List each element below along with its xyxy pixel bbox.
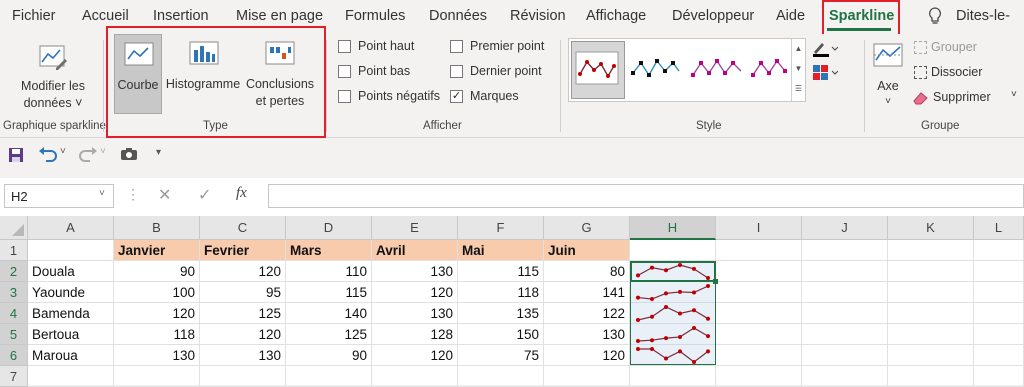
sparkline-douala xyxy=(637,264,709,279)
sparkline-marker xyxy=(636,295,640,300)
sparkline-marker xyxy=(706,349,710,354)
sparkline-bertoua xyxy=(637,327,709,342)
sparkline-marker xyxy=(650,297,654,301)
sparkline-marker xyxy=(664,356,668,361)
sparkline-marker xyxy=(650,314,654,319)
sparkline-marker xyxy=(636,318,640,322)
sparkline-marker xyxy=(664,336,668,341)
sparkline-marker xyxy=(692,290,696,295)
sparkline-marker xyxy=(706,334,710,339)
sparkline-marker xyxy=(692,308,696,313)
sparkline-marker xyxy=(706,284,710,288)
sparkline-marker xyxy=(678,311,682,316)
sparkline-marker xyxy=(650,347,654,351)
sparkline-marker xyxy=(706,276,710,280)
sparkline-marker xyxy=(692,360,696,364)
sparkline-marker xyxy=(706,316,710,321)
sparklines xyxy=(636,263,710,364)
sparkline-marker xyxy=(692,326,696,330)
sparkline-marker xyxy=(692,266,696,271)
sparkline-marker xyxy=(664,268,668,273)
sparkline-marker xyxy=(664,305,668,309)
sparkline-marker xyxy=(636,273,640,278)
sparkline-maroua xyxy=(638,348,709,363)
sparkline-marker xyxy=(636,347,640,351)
sparkline-marker xyxy=(678,334,682,339)
sparkline-marker xyxy=(678,349,682,354)
sparkline-marker xyxy=(650,338,654,343)
sparkline-yaounde xyxy=(637,285,709,300)
sparkline-marker xyxy=(678,263,682,267)
sparkline-bamenda xyxy=(637,306,709,321)
sparkline-marker xyxy=(650,265,654,270)
sparkline-marker xyxy=(636,339,640,343)
sparkline-marker xyxy=(678,289,682,294)
sparkline-marker xyxy=(664,291,668,296)
